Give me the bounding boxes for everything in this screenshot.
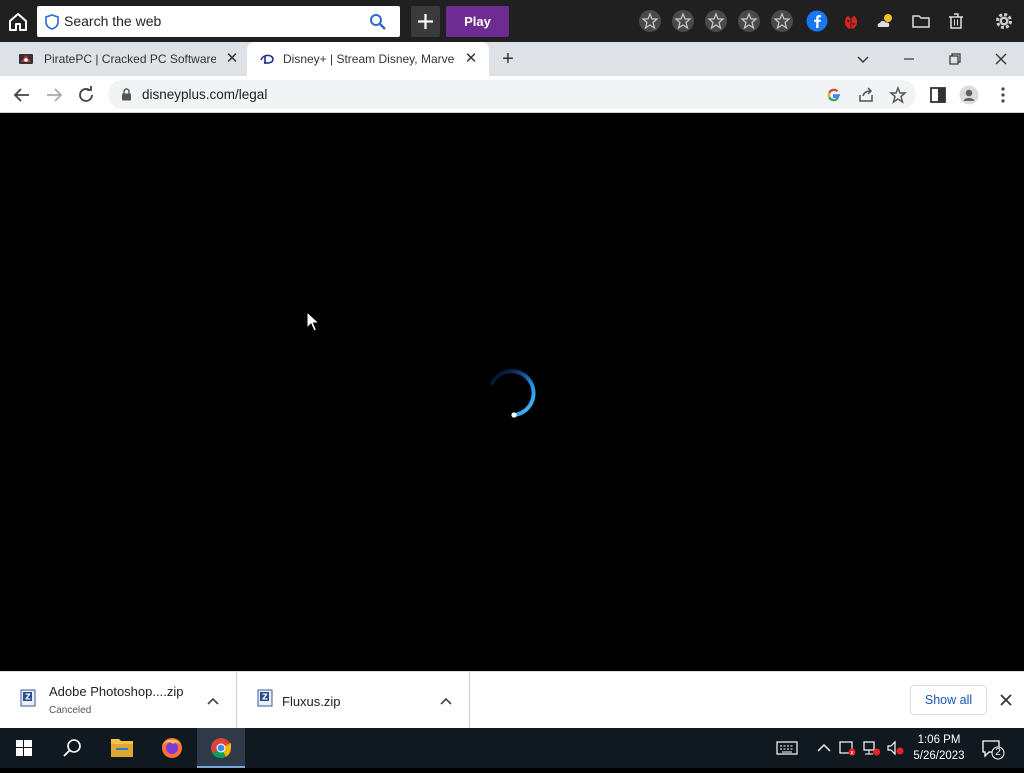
clock-date: 5/26/2023 bbox=[913, 750, 965, 762]
gear-icon[interactable] bbox=[993, 10, 1015, 32]
play-button[interactable]: Play bbox=[446, 6, 509, 37]
star-icon[interactable] bbox=[639, 10, 661, 32]
downloads-bar: Z Adobe Photoshop....zip Canceled Z Flux… bbox=[0, 671, 1024, 729]
security-icon[interactable]: x bbox=[838, 740, 856, 757]
side-panel-icon[interactable] bbox=[928, 85, 948, 105]
chevron-down-icon[interactable] bbox=[855, 51, 871, 67]
minimize-icon[interactable] bbox=[901, 51, 917, 67]
top-toolbar: Search the web Play bbox=[0, 0, 1024, 42]
close-icon[interactable] bbox=[998, 692, 1014, 708]
svg-text:x: x bbox=[850, 750, 854, 757]
notification-count: 2 bbox=[995, 747, 1001, 758]
volume-muted-icon[interactable] bbox=[886, 740, 904, 756]
file-explorer-icon[interactable] bbox=[98, 728, 146, 768]
url-text: disneyplus.com/legal bbox=[142, 87, 268, 102]
search-icon[interactable] bbox=[369, 13, 386, 30]
keyboard-icon[interactable] bbox=[776, 740, 798, 756]
disney-icon bbox=[259, 51, 275, 67]
download-filename: Fluxus.zip bbox=[282, 694, 341, 709]
shield-icon bbox=[45, 14, 59, 30]
trash-icon[interactable] bbox=[945, 10, 967, 32]
download-status: Canceled bbox=[49, 705, 92, 716]
bookmark-star-icon[interactable] bbox=[889, 85, 907, 104]
download-item[interactable]: Z Adobe Photoshop....zip Canceled bbox=[0, 672, 237, 729]
profile-icon[interactable] bbox=[959, 85, 979, 105]
star-icon[interactable] bbox=[738, 10, 760, 32]
mouse-cursor-icon bbox=[306, 310, 321, 333]
clock-time: 1:06 PM bbox=[917, 734, 961, 746]
close-icon[interactable]: ✕ bbox=[224, 51, 240, 67]
web-search-box[interactable]: Search the web bbox=[37, 6, 400, 37]
home-icon[interactable] bbox=[6, 10, 30, 34]
lock-icon[interactable] bbox=[121, 88, 132, 101]
chevron-up-icon[interactable] bbox=[206, 694, 220, 708]
star-icon[interactable] bbox=[672, 10, 694, 32]
reload-icon[interactable] bbox=[76, 85, 96, 105]
chevron-up-icon[interactable] bbox=[439, 694, 453, 708]
tab-piratepc[interactable]: PiratePC | Cracked PC Software F ✕ bbox=[0, 42, 246, 76]
firefox-icon[interactable] bbox=[148, 728, 196, 768]
address-bar[interactable]: disneyplus.com/legal bbox=[108, 80, 916, 109]
search-placeholder: Search the web bbox=[64, 13, 162, 29]
download-item[interactable]: Z Fluxus.zip bbox=[237, 672, 470, 729]
ladybug-icon[interactable] bbox=[840, 10, 862, 32]
download-filename: Adobe Photoshop....zip bbox=[49, 684, 184, 699]
navigation-bar: disneyplus.com/legal bbox=[0, 76, 1024, 113]
add-icon[interactable] bbox=[411, 6, 440, 37]
piratepc-icon bbox=[18, 51, 34, 67]
zip-file-icon: Z bbox=[257, 689, 273, 707]
tab-title: PiratePC | Cracked PC Software F bbox=[44, 52, 216, 66]
back-arrow-icon[interactable] bbox=[12, 85, 32, 105]
chrome-icon[interactable] bbox=[197, 728, 245, 768]
google-icon[interactable] bbox=[825, 86, 843, 104]
loading-spinner-icon bbox=[480, 361, 544, 425]
clock[interactable]: 1:06 PM 5/26/2023 bbox=[906, 732, 972, 764]
tab-disney[interactable]: Disney+ | Stream Disney, Marvel, ✕ bbox=[247, 42, 489, 76]
windows-start-icon[interactable] bbox=[0, 728, 48, 768]
star-icon[interactable] bbox=[771, 10, 793, 32]
new-tab-button[interactable]: + bbox=[497, 49, 519, 70]
zip-file-icon: Z bbox=[20, 689, 36, 707]
chevron-up-icon[interactable] bbox=[815, 740, 833, 756]
menu-dots-icon[interactable] bbox=[993, 85, 1013, 105]
taskbar: x 1:06 PM 5/26/2023 2 bbox=[0, 728, 1024, 768]
restore-icon[interactable] bbox=[947, 51, 963, 67]
search-icon[interactable] bbox=[48, 728, 96, 768]
network-icon[interactable] bbox=[862, 740, 880, 756]
show-all-button[interactable]: Show all bbox=[910, 685, 987, 715]
page-content bbox=[0, 114, 1024, 671]
tab-title: Disney+ | Stream Disney, Marvel, bbox=[283, 52, 455, 66]
tab-strip: PiratePC | Cracked PC Software F ✕ Disne… bbox=[0, 42, 1024, 76]
facebook-icon[interactable] bbox=[806, 10, 828, 32]
svg-text:Z: Z bbox=[262, 693, 268, 702]
folder-icon[interactable] bbox=[910, 10, 932, 32]
close-icon[interactable]: ✕ bbox=[463, 51, 479, 67]
close-window-icon[interactable] bbox=[993, 51, 1009, 67]
share-icon[interactable] bbox=[857, 86, 875, 104]
svg-text:Z: Z bbox=[25, 693, 31, 702]
forward-arrow-icon[interactable] bbox=[44, 85, 64, 105]
weather-icon[interactable] bbox=[875, 10, 897, 32]
star-icon[interactable] bbox=[705, 10, 727, 32]
notification-center-icon[interactable]: 2 bbox=[980, 738, 1006, 760]
